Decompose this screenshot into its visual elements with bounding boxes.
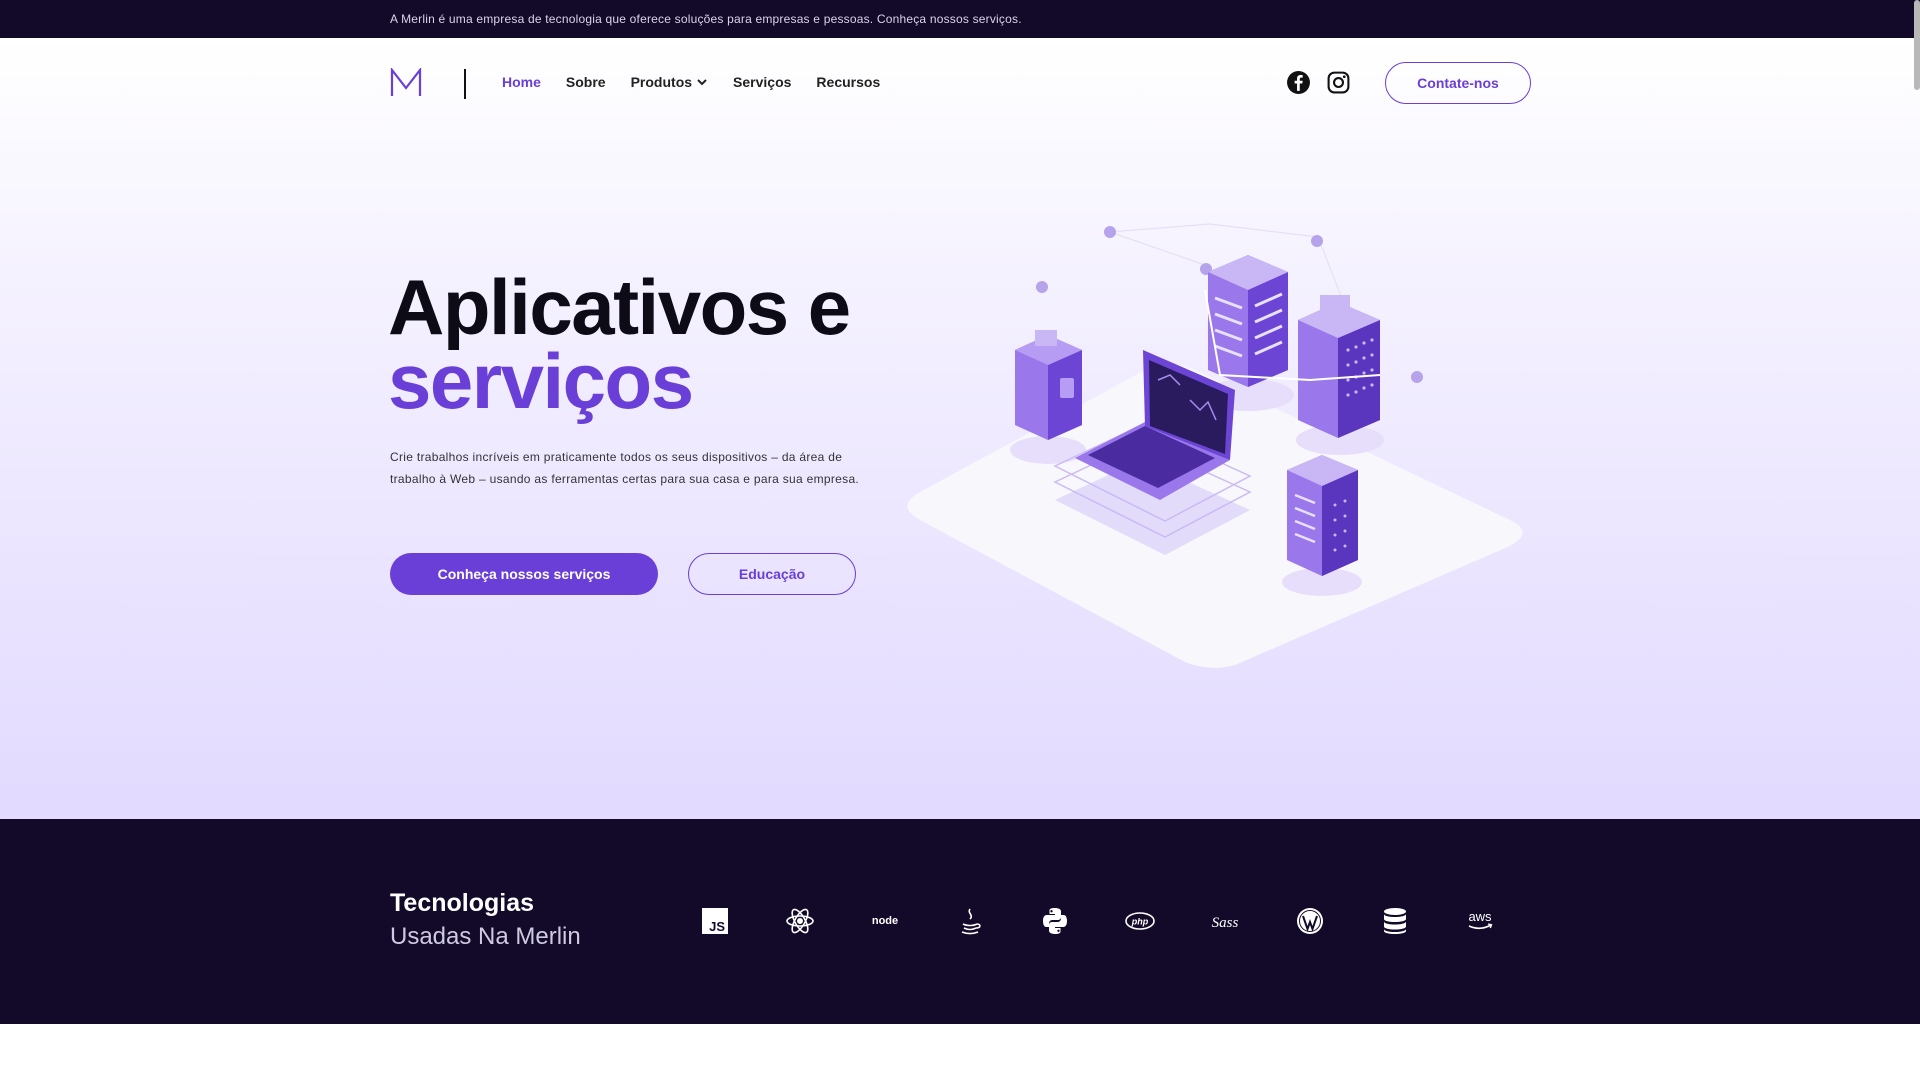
services-button[interactable]: Conheça nossos serviços bbox=[390, 553, 658, 595]
chevron-down-icon bbox=[697, 79, 707, 86]
isometric-servers-laptop-illustration bbox=[907, 223, 1523, 668]
javascript-icon: JS bbox=[700, 906, 730, 936]
announcement-bar: A Merlin é uma empresa de tecnologia que… bbox=[0, 0, 1920, 38]
python-icon bbox=[1040, 906, 1070, 936]
svg-text:php: php bbox=[1131, 917, 1149, 927]
announcement-text: A Merlin é uma empresa de tecnologia que… bbox=[390, 12, 1022, 26]
react-icon bbox=[785, 906, 815, 936]
facebook-icon[interactable] bbox=[1286, 70, 1311, 95]
technologies-section: Tecnologias Usadas Na Merlin JS node php… bbox=[0, 819, 1920, 1024]
aws-icon: aws bbox=[1465, 906, 1495, 936]
technology-icons: JS node php Sass aws bbox=[700, 906, 1495, 936]
main-nav: Home Sobre Produtos Serviços Recursos bbox=[502, 74, 880, 90]
node-icon: node bbox=[870, 906, 900, 936]
page-scrollbar[interactable] bbox=[1914, 0, 1920, 90]
svg-text:Sass: Sass bbox=[1212, 915, 1239, 931]
wordpress-icon bbox=[1295, 906, 1325, 936]
nav-item-produtos-label: Produtos bbox=[630, 74, 693, 90]
nav-item-sobre[interactable]: Sobre bbox=[566, 74, 606, 90]
hero-description: Crie trabalhos incríveis em praticamente… bbox=[390, 450, 860, 486]
hero-title-line2: serviços bbox=[388, 337, 694, 425]
technologies-title: Tecnologias bbox=[390, 889, 535, 917]
php-icon: php bbox=[1125, 906, 1155, 936]
hero-title-line1: Aplicativos e bbox=[388, 263, 851, 351]
instagram-icon[interactable] bbox=[1326, 70, 1351, 95]
logo-divider bbox=[464, 69, 466, 99]
sass-icon: Sass bbox=[1210, 906, 1240, 936]
education-button[interactable]: Educação bbox=[688, 553, 856, 595]
merlin-logo-icon[interactable] bbox=[390, 68, 422, 98]
svg-text:node: node bbox=[872, 915, 898, 927]
contact-button[interactable]: Contate-nos bbox=[1385, 62, 1531, 104]
technologies-subtitle: Usadas Na Merlin bbox=[390, 923, 581, 950]
hero-title: Aplicativos e serviços bbox=[388, 263, 851, 425]
svg-text:JS: JS bbox=[709, 919, 725, 934]
nav-item-recursos[interactable]: Recursos bbox=[816, 74, 880, 90]
svg-text:aws: aws bbox=[1468, 909, 1492, 924]
nav-item-servicos[interactable]: Serviços bbox=[733, 74, 791, 90]
nav-item-produtos[interactable]: Produtos bbox=[631, 74, 708, 90]
nav-item-home[interactable]: Home bbox=[502, 74, 541, 90]
java-icon bbox=[955, 906, 985, 936]
database-icon bbox=[1380, 906, 1410, 936]
